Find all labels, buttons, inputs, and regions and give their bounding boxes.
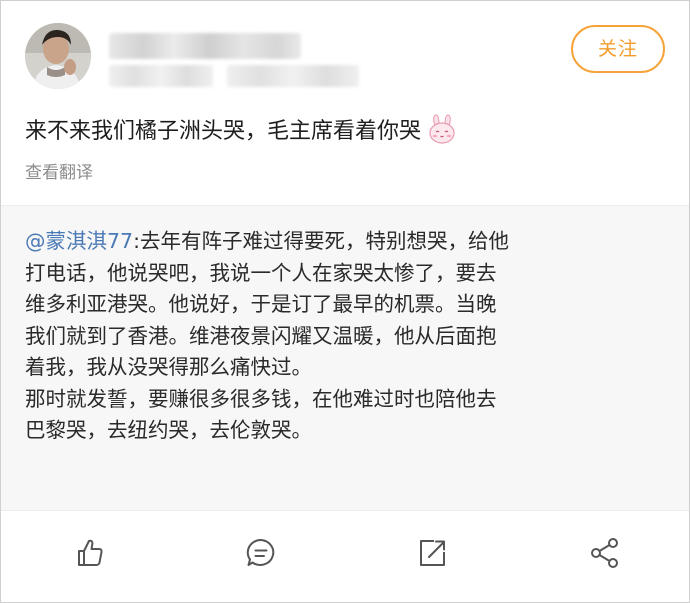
share-button[interactable] — [587, 535, 623, 571]
retweet-line: 我们就到了香港。维港夜景闪耀又温暖，他从后面抱 — [25, 323, 497, 348]
retweet-line: 着我，我从没哭得那么痛快过。 — [25, 355, 312, 379]
weibo-post-card: 关注 来不来我们橘子洲头哭，毛主席看着你哭 查看翻译 @蒙淇淇77:去年有阵子难… — [0, 0, 690, 603]
retweet-line: 那时就发誓，要赚很多很多钱，在他难过时也陪他去 — [25, 386, 497, 411]
avatar-photo — [25, 23, 91, 89]
redacted-source — [227, 65, 359, 87]
retweet-line-rest: :去年有阵子难过得要死，特别想哭，给他 — [133, 229, 509, 253]
redacted-username — [109, 33, 301, 59]
thumbs-up-icon — [78, 539, 103, 566]
share-icon — [591, 538, 618, 568]
post-text: 来不来我们橘子洲头哭，毛主席看着你哭 — [25, 113, 665, 157]
retweet-line: 巴黎哭，去纽约哭，去伦敦哭。 — [25, 418, 312, 442]
post-text-content: 来不来我们橘子洲头哭，毛主席看着你哭 — [25, 119, 422, 144]
repost-icon — [420, 540, 445, 566]
comment-icon — [246, 538, 275, 566]
comment-button[interactable] — [243, 535, 279, 571]
retweet-line: 打电话，他说哭吧，我说一个人在家哭太惨了，要去 — [25, 260, 497, 285]
redacted-timestamp — [109, 65, 213, 87]
view-translation-link[interactable]: 查看翻译 — [25, 159, 93, 187]
follow-button[interactable]: 关注 — [571, 25, 665, 73]
avatar[interactable] — [25, 23, 91, 89]
like-button[interactable] — [71, 535, 107, 571]
retweet-text: @蒙淇淇77:去年有阵子难过得要死，特别想哭，给他 打电话，他说哭吧，我说一个人… — [25, 226, 669, 447]
mention-link[interactable]: @蒙淇淇77 — [25, 229, 133, 253]
action-bar — [1, 517, 689, 589]
repost-button[interactable] — [414, 535, 450, 571]
bunny-emoji-icon — [427, 114, 457, 157]
retweet-block[interactable]: @蒙淇淇77:去年有阵子难过得要死，特别想哭，给他 打电话，他说哭吧，我说一个人… — [1, 205, 689, 511]
retweet-line: @蒙淇淇77:去年有阵子难过得要死，特别想哭，给他 — [25, 226, 669, 258]
retweet-line: 维多利亚港哭。他说好，于是订了最早的机票。当晚 — [25, 292, 497, 316]
